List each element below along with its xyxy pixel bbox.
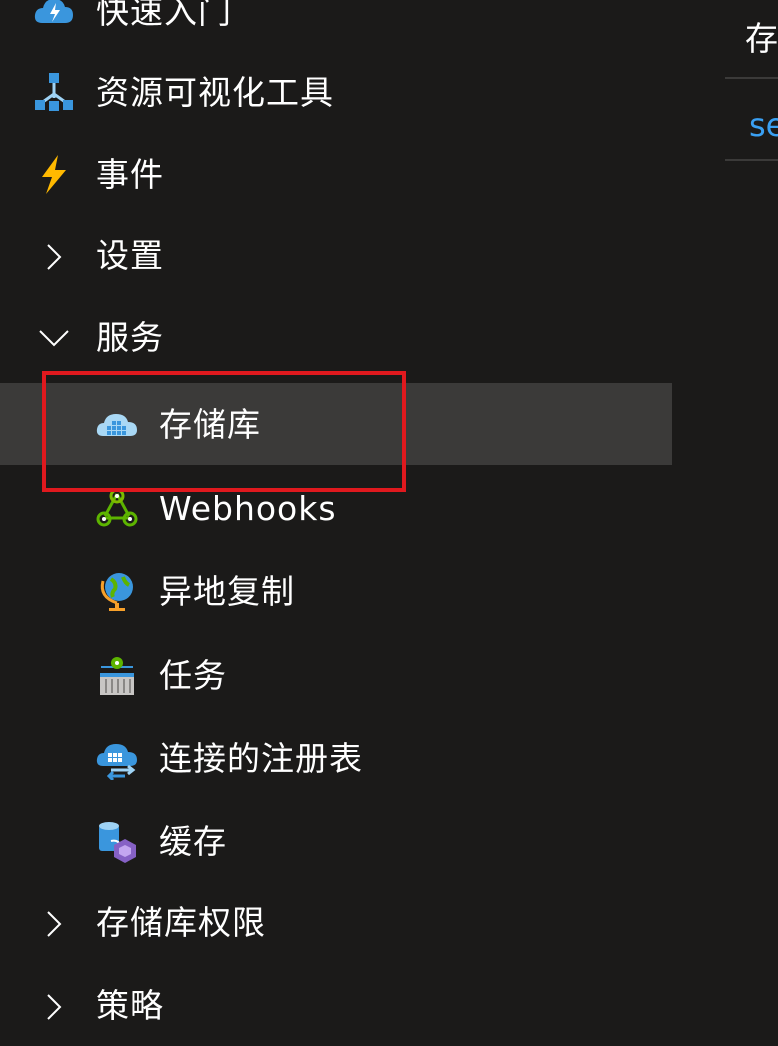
- content-panel: 存 se: [725, 0, 778, 1026]
- repositories-icon: [95, 402, 139, 446]
- sidebar-item-label: 资源可视化工具: [96, 72, 334, 112]
- sidebar-group-repository-permissions[interactable]: 存储库权限: [0, 881, 672, 963]
- sidebar-group-label: 策略: [96, 985, 164, 1025]
- sidebar-item-repositories[interactable]: 存储库: [0, 383, 672, 465]
- sidebar-item-label: 异地复制: [159, 571, 295, 611]
- quickstart-cloud-icon: [32, 0, 76, 33]
- sidebar-group-settings[interactable]: 设置: [0, 214, 672, 296]
- events-lightning-icon: [32, 152, 76, 196]
- divider: [725, 159, 778, 161]
- sidebar-item-label: 任务: [159, 655, 227, 695]
- divider: [725, 77, 778, 79]
- sidebar-item-label: Webhooks: [159, 488, 337, 528]
- sidebar-item-label: 存储库: [159, 404, 261, 444]
- geo-replication-globe-icon: [95, 569, 139, 613]
- chevron-down-icon[interactable]: [32, 315, 76, 359]
- sidebar-item-webhooks[interactable]: Webhooks: [0, 467, 672, 549]
- tasks-icon: [95, 653, 139, 697]
- connected-registries-icon: [95, 736, 139, 780]
- sidebar-item-quickstart[interactable]: 快速入门: [0, 0, 672, 52]
- sidebar-group-label: 服务: [96, 317, 164, 357]
- sidebar-group-policies[interactable]: 策略: [0, 964, 672, 1046]
- sidebar-item-label: 连接的注册表: [159, 738, 363, 778]
- resource-visualizer-icon: [32, 70, 76, 114]
- sidebar-item-cache[interactable]: 缓存: [0, 800, 672, 882]
- page-title: 存: [745, 19, 778, 58]
- content-link[interactable]: se: [749, 106, 778, 144]
- sidebar-item-label: 事件: [96, 154, 164, 194]
- sidebar-item-tasks[interactable]: 任务: [0, 634, 672, 716]
- sidebar-item-geo-replication[interactable]: 异地复制: [0, 550, 672, 632]
- chevron-right-icon[interactable]: [32, 900, 76, 944]
- sidebar-nav: 快速入门 资源可视化工具 事件 设置 服务 存储库 Webhooks 异地复制 …: [0, 0, 672, 1026]
- sidebar-group-label: 设置: [96, 235, 164, 275]
- sidebar-item-connected-registries[interactable]: 连接的注册表: [0, 717, 672, 799]
- sidebar-item-events[interactable]: 事件: [0, 133, 672, 215]
- chevron-right-icon[interactable]: [32, 983, 76, 1027]
- sidebar-group-services[interactable]: 服务: [0, 296, 672, 378]
- sidebar-item-resource-visualizer[interactable]: 资源可视化工具: [0, 51, 672, 133]
- sidebar-item-label: 快速入门: [96, 0, 232, 31]
- chevron-right-icon[interactable]: [32, 233, 76, 277]
- sidebar-group-label: 存储库权限: [96, 902, 266, 942]
- cache-icon: [95, 819, 139, 863]
- sidebar-item-label: 缓存: [159, 821, 227, 861]
- webhooks-icon: [95, 486, 139, 530]
